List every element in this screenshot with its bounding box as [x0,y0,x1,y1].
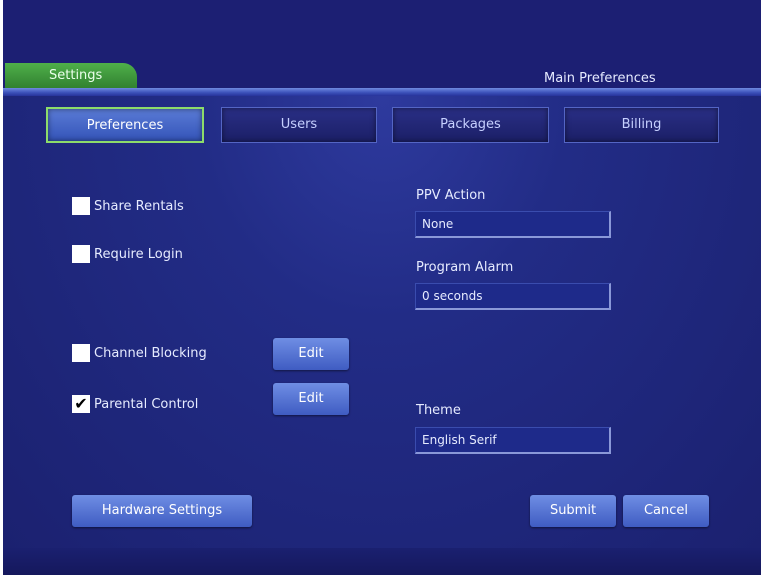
tab-users[interactable]: Users [221,107,377,143]
tab-billing[interactable]: Billing [564,107,719,143]
page-title: Main Preferences [544,71,656,86]
cancel-button[interactable]: Cancel [623,495,709,527]
require-login-checkbox[interactable] [72,245,90,263]
tab-packages[interactable]: Packages [392,107,549,143]
hardware-settings-button[interactable]: Hardware Settings [72,495,252,527]
header-divider [3,88,761,96]
tab-preferences[interactable]: Preferences [46,107,204,143]
ppv-action-select[interactable]: None [415,211,611,238]
theme-select[interactable]: English Serif [415,427,611,454]
submit-button[interactable]: Submit [530,495,616,527]
bottom-band [3,548,761,575]
preferences-panel [3,96,761,548]
program-alarm-label: Program Alarm [416,260,514,275]
channel-blocking-option[interactable]: Channel Blocking [72,344,207,362]
channel-blocking-edit-button[interactable]: Edit [273,338,349,370]
parental-control-option[interactable]: ✔ Parental Control [72,395,198,413]
parental-control-checkbox[interactable]: ✔ [72,395,90,413]
checkmark-icon: ✔ [74,394,88,413]
theme-label: Theme [416,403,461,418]
parental-control-edit-button[interactable]: Edit [273,383,349,415]
settings-screen: Settings Main Preferences Preferences Us… [3,0,761,575]
require-login-option[interactable]: Require Login [72,245,183,263]
share-rentals-checkbox[interactable] [72,197,90,215]
share-rentals-option[interactable]: Share Rentals [72,197,184,215]
parental-control-label: Parental Control [94,396,199,412]
settings-tab[interactable]: Settings [5,63,137,90]
require-login-label: Require Login [94,246,183,262]
ppv-action-label: PPV Action [416,188,486,203]
channel-blocking-checkbox[interactable] [72,344,90,362]
share-rentals-label: Share Rentals [94,198,184,214]
program-alarm-select[interactable]: 0 seconds [415,283,611,310]
channel-blocking-label: Channel Blocking [94,345,207,361]
